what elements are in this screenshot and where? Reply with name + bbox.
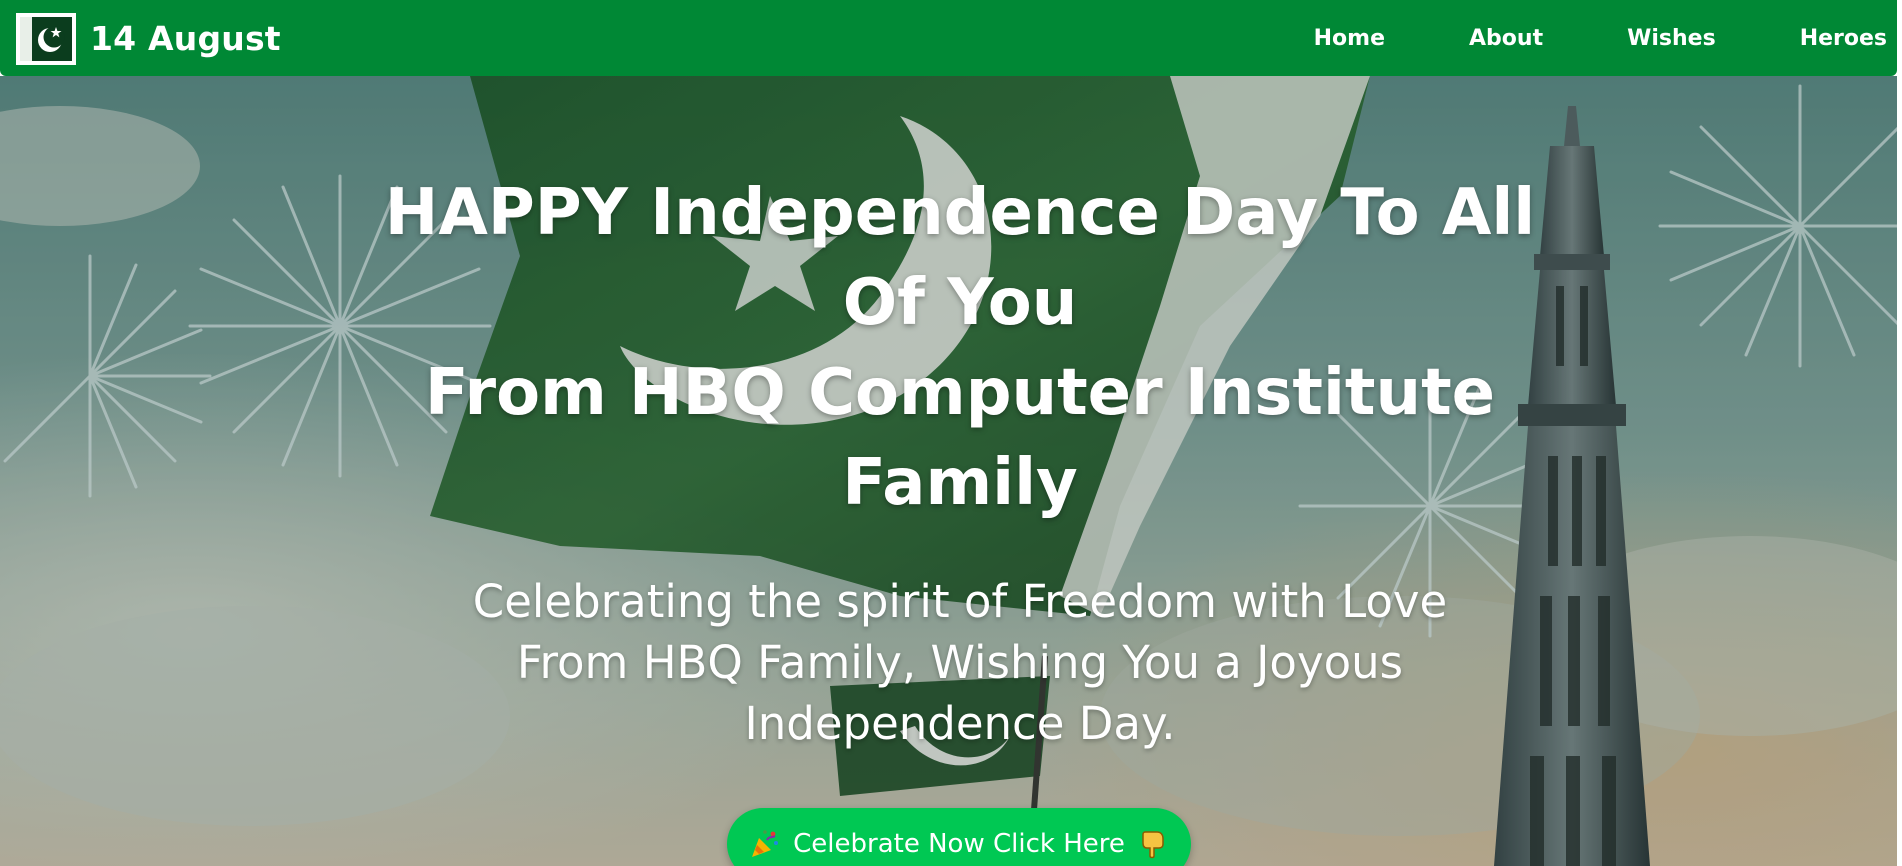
cta-label: Celebrate Now Click Here	[793, 829, 1125, 859]
hero-title-line-1: HAPPY Independence Day To All Of You	[384, 176, 1536, 340]
nav-link-heroes[interactable]: Heroes	[1800, 26, 1887, 51]
hero-title-line-2: From HBQ Computer Institute Family	[424, 356, 1496, 520]
navbar: 14 August Home About Wishes Heroes	[0, 0, 1897, 76]
pointing-down-hand-icon	[1142, 831, 1164, 859]
nav-links: Home About Wishes Heroes	[1230, 0, 1887, 76]
brand-link[interactable]: 14 August	[16, 11, 281, 66]
party-popper-icon	[752, 830, 779, 857]
celebrate-now-button[interactable]: Celebrate Now Click Here	[727, 808, 1191, 866]
nav-link-wishes[interactable]: Wishes	[1627, 26, 1716, 51]
brand-text: 14 August	[90, 19, 281, 58]
hero-subtitle: Celebrating the spirit of Freedom with L…	[472, 575, 1448, 750]
hero-title: HAPPY Independence Day To All Of You Fro…	[350, 168, 1570, 528]
hero-section: HAPPY Independence Day To All Of You Fro…	[0, 76, 1897, 866]
hero-content: HAPPY Independence Day To All Of You Fro…	[0, 76, 1897, 866]
pakistan-flag-icon	[16, 12, 76, 65]
nav-link-home[interactable]: Home	[1314, 26, 1385, 51]
app-root: 14 August Home About Wishes Heroes HAPPY…	[0, 0, 1902, 866]
nav-link-about[interactable]: About	[1469, 26, 1543, 51]
